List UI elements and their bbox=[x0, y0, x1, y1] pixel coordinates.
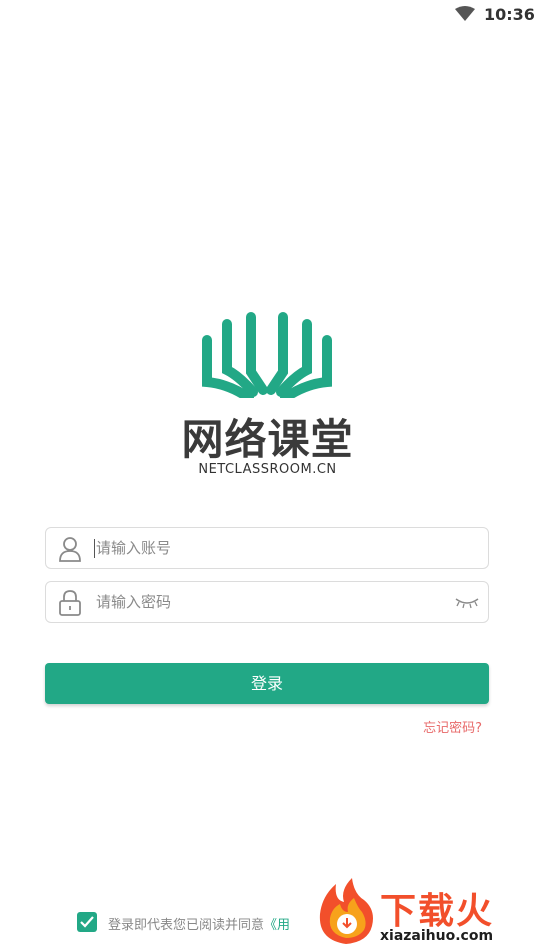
account-input[interactable] bbox=[96, 528, 446, 568]
status-time: 10:36 bbox=[484, 5, 534, 24]
watermark-title: 下载火 bbox=[380, 891, 495, 932]
flame-logo-icon bbox=[319, 878, 373, 944]
lock-icon bbox=[59, 590, 81, 616]
password-field[interactable] bbox=[45, 581, 489, 623]
agreement-text: 登录即代表您已阅读并同意《用 bbox=[108, 914, 290, 933]
app-logo: 网络课堂 NETCLASSROOM.CN bbox=[165, 312, 370, 487]
login-button[interactable]: 登录 bbox=[45, 663, 489, 704]
agreement-label: 登录即代表您已阅读并同意 bbox=[108, 918, 265, 933]
forgot-password-link[interactable]: 忘记密码? bbox=[423, 717, 482, 736]
watermark: 下载火 xiazaihuo.com bbox=[314, 878, 534, 949]
password-input[interactable] bbox=[96, 582, 446, 622]
account-field[interactable] bbox=[45, 527, 489, 569]
book-logo-icon bbox=[202, 312, 332, 398]
text-caret bbox=[94, 539, 95, 558]
eye-closed-icon[interactable] bbox=[454, 594, 480, 610]
agreement-checkbox[interactable] bbox=[77, 912, 97, 932]
watermark-url: xiazaihuo.com bbox=[380, 928, 494, 944]
user-icon bbox=[59, 537, 81, 562]
logo-subtitle: NETCLASSROOM.CN bbox=[198, 462, 337, 477]
status-bar: 10:36 bbox=[0, 0, 534, 30]
logo-title: 网络课堂 bbox=[181, 415, 354, 464]
checkmark-icon bbox=[80, 916, 94, 928]
user-agreement-link[interactable]: 《用 bbox=[264, 918, 290, 933]
wifi-icon bbox=[455, 6, 475, 21]
